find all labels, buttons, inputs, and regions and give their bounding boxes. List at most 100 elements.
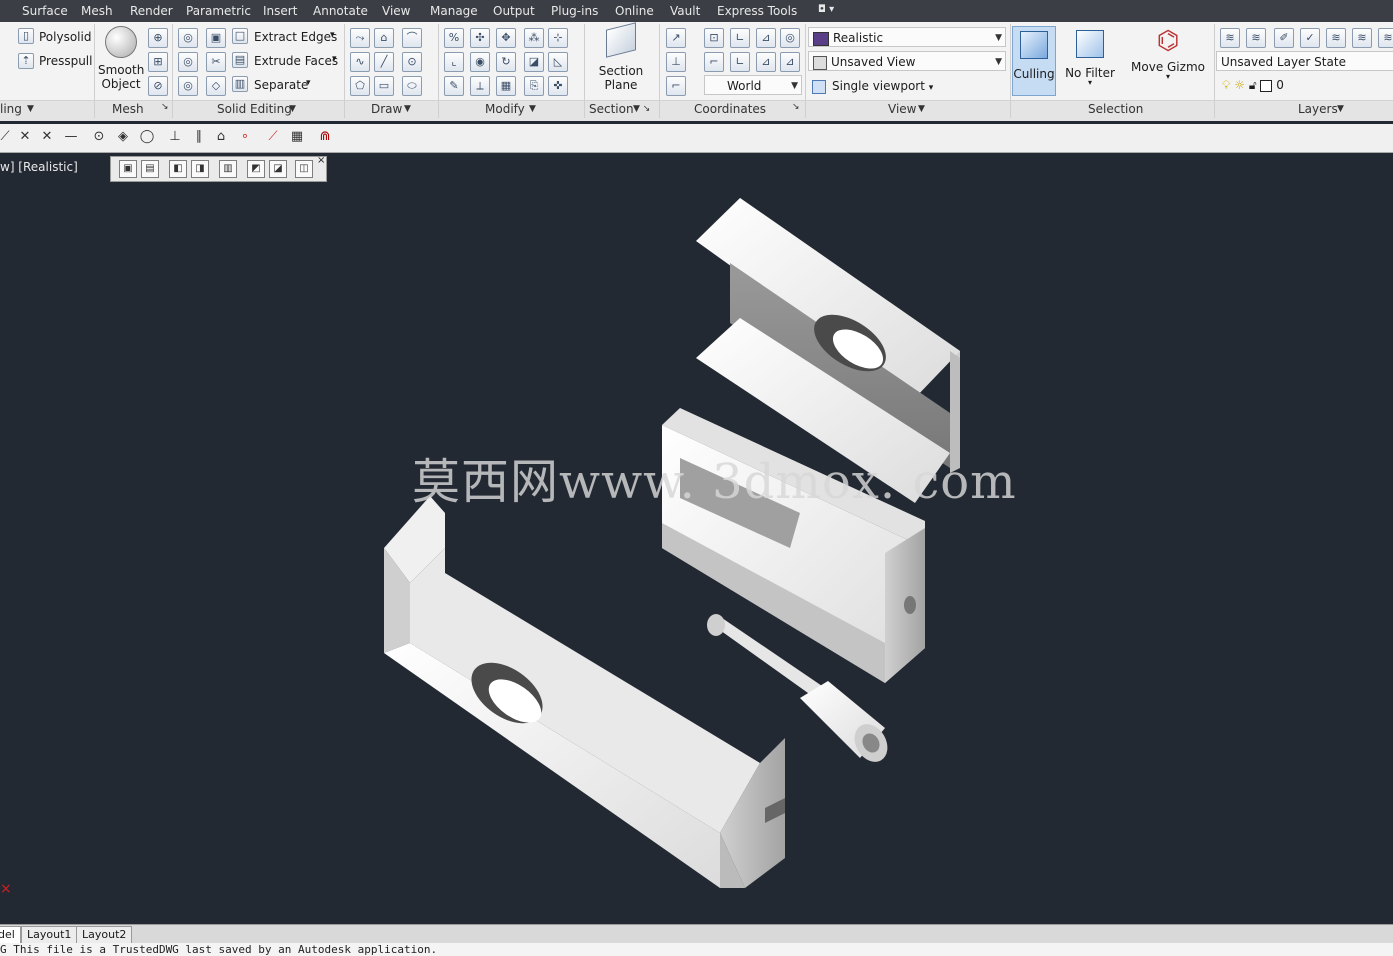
ucs-origin-icon[interactable]: ⊥	[666, 52, 686, 72]
section-panel-title[interactable]: Section	[589, 102, 634, 119]
mesh-launcher-icon[interactable]: ↘	[161, 102, 169, 119]
selection-panel-title[interactable]: Selection	[1088, 102, 1143, 119]
menu-online[interactable]: Online	[615, 4, 654, 18]
mesh-crease-icon[interactable]: ⊞	[148, 52, 168, 72]
rotate3d-icon[interactable]: ✣	[470, 28, 490, 48]
slice-icon[interactable]: ✂	[206, 52, 226, 72]
extrude-faces-button[interactable]: Extrude Faces	[254, 54, 338, 68]
ucs-face-icon[interactable]: ⊿	[780, 52, 800, 72]
view-top-icon[interactable]: ▣	[119, 160, 137, 178]
visual-style-dropdown[interactable]: Realistic ▼	[808, 27, 1006, 47]
offset-icon[interactable]: ◉	[470, 52, 490, 72]
modify-caret[interactable]: ▼	[529, 104, 536, 121]
extrude-faces-caret[interactable]: ▾	[332, 54, 337, 64]
layer-match-icon[interactable]: ✐	[1274, 28, 1294, 48]
rectangle-icon[interactable]: ▭	[374, 76, 394, 96]
copy-icon[interactable]: ⎘	[524, 76, 544, 96]
draw-panel-title[interactable]: Draw	[371, 102, 402, 119]
solid-editing-caret[interactable]: ▼	[289, 104, 296, 121]
layers-panel-title[interactable]: Layers	[1298, 102, 1338, 119]
polygon-icon[interactable]: ⬠	[350, 76, 370, 96]
move-gizmo-button[interactable]: ⌬ Move Gizmo ▾	[1130, 26, 1206, 81]
menu-annotate[interactable]: Annotate	[313, 4, 368, 18]
ucs-view-icon[interactable]: ⊡	[704, 28, 724, 48]
interfere-icon[interactable]: ▣	[206, 28, 226, 48]
mesh-uncrease-icon[interactable]: ⊘	[148, 76, 168, 96]
workspace-toggle-icon[interactable]: ◘ ▾	[818, 4, 834, 15]
section-plane-button[interactable]: Section Plane	[592, 22, 650, 92]
ucs-zaxis-icon[interactable]: ⊿	[756, 52, 776, 72]
pline-icon[interactable]: ⌂	[374, 28, 394, 48]
view-bottom-icon[interactable]: ▤	[141, 160, 159, 178]
thicken-icon[interactable]: ◇	[206, 76, 226, 96]
layer-properties-icon[interactable]: ≋	[1220, 28, 1240, 48]
ucs-named-icon[interactable]: ⌐	[666, 76, 686, 96]
layer-state-icon[interactable]: ≋	[1246, 28, 1266, 48]
union-icon[interactable]: ◎	[178, 28, 198, 48]
menu-output[interactable]: Output	[493, 4, 535, 18]
culling-button[interactable]: Culling	[1012, 26, 1056, 96]
layer-isolate-icon[interactable]: ≋	[1326, 28, 1346, 48]
view-caret[interactable]: ▼	[918, 104, 925, 121]
snap-quadrant-icon[interactable]: ◈	[114, 128, 132, 146]
ucs-icon[interactable]: ↗	[666, 28, 686, 48]
no-filter-button[interactable]: No Filter ▾	[1062, 26, 1118, 87]
viewport-label[interactable]: w] [Realistic]	[0, 160, 78, 174]
modeling-panel-title[interactable]: ling	[0, 102, 22, 119]
snap-none-icon[interactable]: ▦	[288, 128, 306, 146]
trim-icon[interactable]: ⊹	[548, 28, 568, 48]
view-sw-iso-icon[interactable]: ◩	[247, 160, 265, 178]
layer-unisolate-icon[interactable]: ≋	[1352, 28, 1372, 48]
menu-render[interactable]: Render	[130, 4, 173, 18]
snap-center-icon[interactable]: ⊙	[90, 128, 108, 146]
layer-previous-icon[interactable]: ✓	[1300, 28, 1320, 48]
named-view-dropdown[interactable]: Unsaved View ▼	[808, 51, 1006, 71]
menu-vault[interactable]: Vault	[670, 4, 700, 18]
view-panel-title[interactable]: View	[888, 102, 916, 119]
mesh-refine-icon[interactable]: ⊕	[148, 28, 168, 48]
snap-parallel-icon[interactable]: ∥	[190, 128, 208, 146]
separate-button[interactable]: Separate	[254, 78, 308, 92]
move-icon[interactable]: ✥	[496, 28, 516, 48]
scale-icon[interactable]: %	[444, 28, 464, 48]
ellipse-icon[interactable]: ⬭	[402, 76, 422, 96]
coordinates-panel-title[interactable]: Coordinates	[694, 102, 766, 119]
menu-parametric[interactable]: Parametric	[186, 4, 251, 18]
intersect-icon[interactable]: ◎	[178, 76, 198, 96]
fillet-icon[interactable]: ⌞	[444, 52, 464, 72]
erase-icon[interactable]: ✎	[444, 76, 464, 96]
spline-icon[interactable]: ∿	[350, 52, 370, 72]
ucs-y-icon[interactable]: ⊿	[756, 28, 776, 48]
view-right-icon[interactable]: ◨	[191, 160, 209, 178]
layer-state-dropdown[interactable]: Unsaved Layer State	[1216, 51, 1393, 71]
drawing-viewport[interactable]: ×	[0, 153, 1393, 923]
view-ne-iso-icon[interactable]: ◫	[295, 160, 313, 178]
draw-caret[interactable]: ▼	[404, 104, 411, 121]
line-icon[interactable]: ╱	[374, 52, 394, 72]
explode-icon[interactable]: ✜	[548, 76, 568, 96]
menu-express-tools[interactable]: Express Tools	[717, 4, 797, 18]
layer-freeze-icon[interactable]: ≋	[1378, 28, 1393, 48]
tab-layout2[interactable]: Layout2	[76, 926, 133, 944]
snap-insert-icon[interactable]: ⌂	[212, 128, 230, 146]
viewport-config-button[interactable]: Single viewport ▾	[812, 79, 933, 94]
coordinates-launcher-icon[interactable]: ↘	[792, 102, 800, 119]
menu-mesh[interactable]: Mesh	[81, 4, 113, 18]
ucs-z-icon[interactable]: ◎	[780, 28, 800, 48]
arc-icon[interactable]: ⌒	[402, 28, 422, 48]
tab-model[interactable]: del	[0, 926, 21, 944]
snap-tool-icon[interactable]: ⟋	[0, 128, 14, 146]
menu-manage[interactable]: Manage	[430, 4, 478, 18]
ucs-3point-icon[interactable]: ∟	[730, 52, 750, 72]
snap-settings-icon[interactable]: ⋒	[316, 128, 334, 146]
layers-caret[interactable]: ▼	[1337, 104, 1344, 121]
circle-icon[interactable]: ⊙	[402, 52, 422, 72]
presspull-button[interactable]: Presspull	[39, 54, 92, 68]
modify-panel-title[interactable]: Modify	[485, 102, 525, 119]
separate-caret[interactable]: ▾	[306, 78, 311, 88]
snap-node-icon[interactable]: ∘	[236, 128, 254, 146]
snap-nearest-icon[interactable]: ⟋	[264, 128, 282, 146]
snap-extension-icon[interactable]: —	[62, 128, 80, 146]
snap-tangent-icon[interactable]: ◯	[138, 128, 156, 146]
move-draw-icon[interactable]: ⤳	[350, 28, 370, 48]
